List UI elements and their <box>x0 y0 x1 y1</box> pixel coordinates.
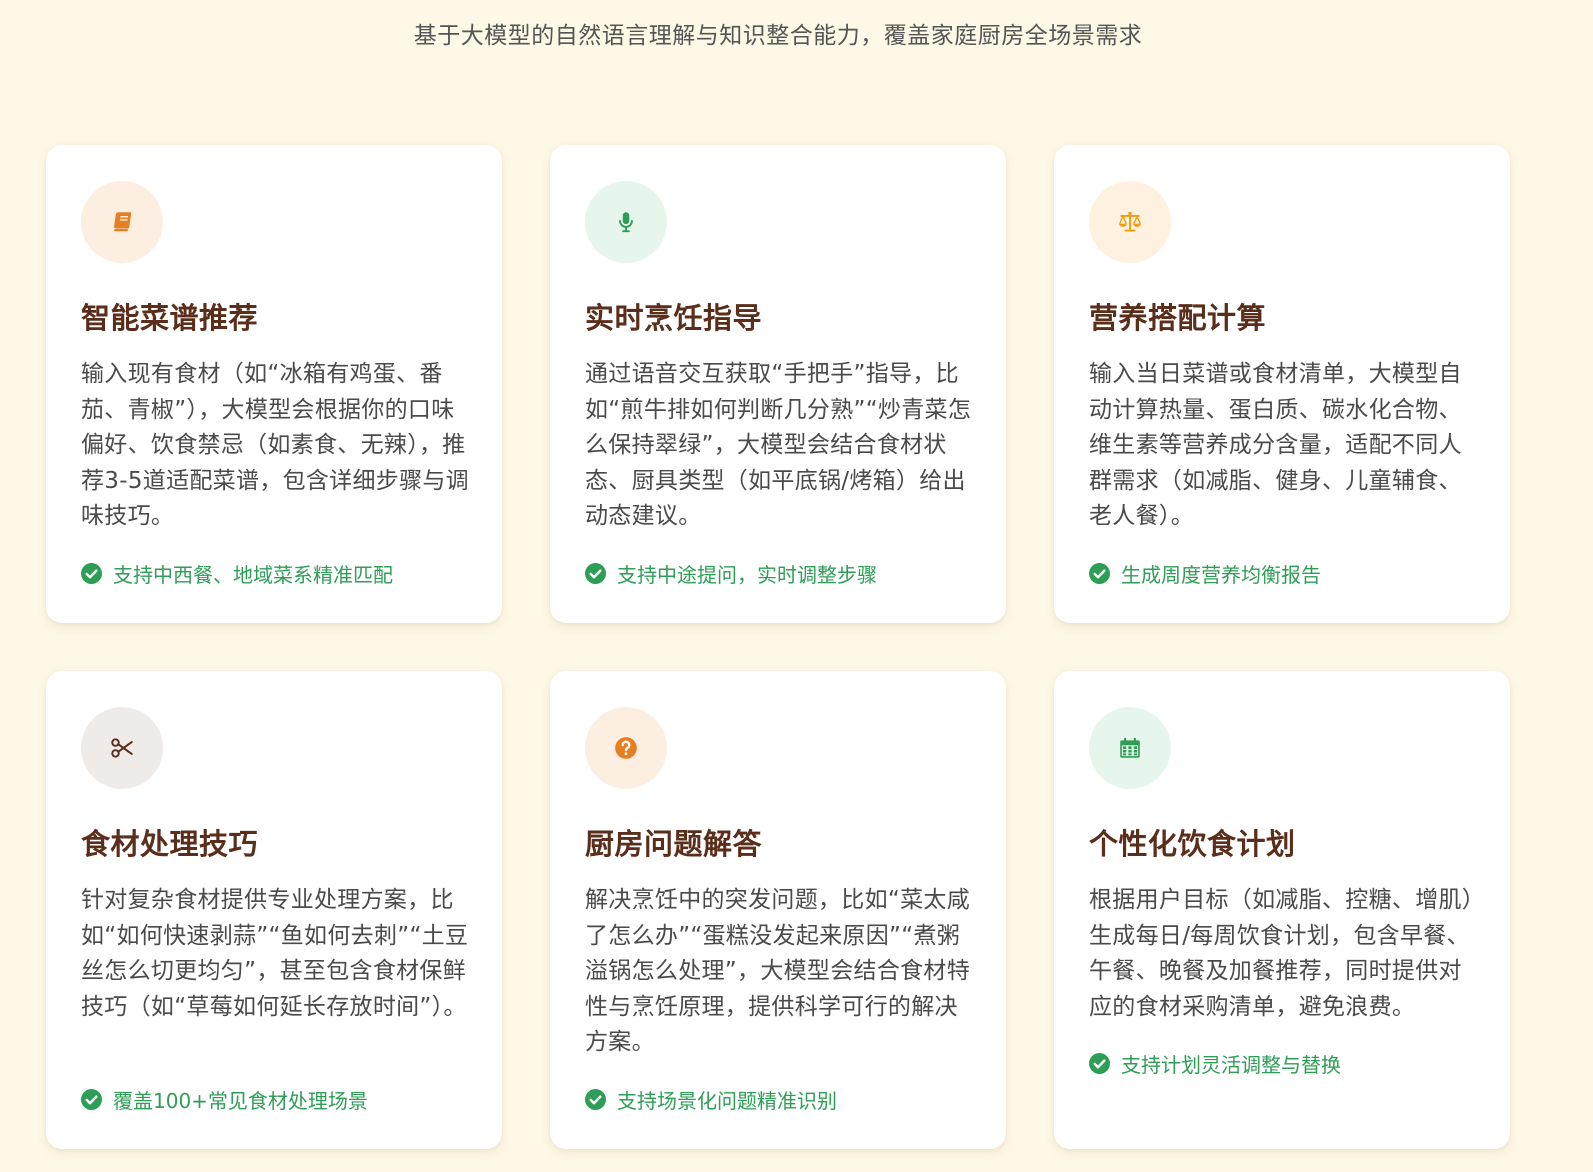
book-icon <box>81 181 163 263</box>
check-circle-icon <box>1089 563 1110 584</box>
card-feature-label: 生成周度营养均衡报告 <box>1121 563 1321 587</box>
card-title: 实时烹饪指导 <box>585 301 763 335</box>
card-description: 输入当日菜谱或食材清单，大模型自动计算热量、蛋白质、碳水化合物、维生素等营养成分… <box>1089 361 1462 529</box>
page-subtitle: 基于大模型的自然语言理解与知识整合能力，覆盖家庭厨房全场景需求 <box>413 23 1143 49</box>
card-title: 食材处理技巧 <box>81 827 259 861</box>
microphone-icon <box>585 181 667 263</box>
card-feature-label: 支持中西餐、地域菜系精准匹配 <box>113 563 393 587</box>
scissors-icon <box>81 707 163 789</box>
card-feature: 支持中途提问，实时调整步骤 <box>585 559 877 588</box>
card-diet-plan[interactable]: 个性化饮食计划 根据用户目标（如减脂、控糖、增肌）生成每日/每周饮食计划，包含早… <box>1054 671 1510 1149</box>
card-feature: 支持场景化问题精准识别 <box>585 1085 837 1114</box>
check-circle-icon <box>81 563 102 584</box>
card-feature: 生成周度营养均衡报告 <box>1089 559 1321 588</box>
card-title: 个性化饮食计划 <box>1089 827 1296 861</box>
card-feature: 支持计划灵活调整与替换 <box>1089 1049 1341 1078</box>
check-circle-icon <box>1089 1053 1110 1074</box>
card-feature: 支持中西餐、地域菜系精准匹配 <box>81 559 393 588</box>
balance-scale-icon <box>1089 181 1171 263</box>
card-kitchen-qa[interactable]: 厨房问题解答 解决烹饪中的突发问题，比如“菜太咸了怎么办”“蛋糕没发起来原因”“… <box>550 671 1006 1149</box>
card-description: 针对复杂食材提供专业处理方案，比如“如何快速剥蒜”“鱼如何去刺”“土豆丝怎么切更… <box>81 887 469 1020</box>
card-feature-label: 支持场景化问题精准识别 <box>617 1089 837 1113</box>
card-description: 根据用户目标（如减脂、控糖、增肌）生成每日/每周饮食计划，包含早餐、午餐、晚餐及… <box>1089 887 1474 1020</box>
card-feature-label: 支持中途提问，实时调整步骤 <box>617 563 877 587</box>
card-feature: 覆盖100+常见食材处理场景 <box>81 1085 368 1114</box>
calendar-icon <box>1089 707 1171 789</box>
card-description: 解决烹饪中的突发问题，比如“菜太咸了怎么办”“蛋糕没发起来原因”“煮粥溢锅怎么处… <box>585 887 971 1055</box>
card-ingredient-tips[interactable]: 食材处理技巧 针对复杂食材提供专业处理方案，比如“如何快速剥蒜”“鱼如何去刺”“… <box>46 671 502 1149</box>
card-feature-label: 覆盖100+常见食材处理场景 <box>113 1089 368 1113</box>
card-cooking-guide[interactable]: 实时烹饪指导 通过语音交互获取“手把手”指导，比如“煎牛排如何判断几分熟”“炒青… <box>550 145 1006 623</box>
card-title: 智能菜谱推荐 <box>81 301 259 335</box>
card-description: 通过语音交互获取“手把手”指导，比如“煎牛排如何判断几分熟”“炒青菜怎么保持翠绿… <box>585 361 972 529</box>
card-description: 输入现有食材（如“冰箱有鸡蛋、番茄、青椒”），大模型会根据你的口味偏好、饮食禁忌… <box>81 361 469 529</box>
check-circle-icon <box>585 563 606 584</box>
card-nutrition[interactable]: 营养搭配计算 输入当日菜谱或食材清单，大模型自动计算热量、蛋白质、碳水化合物、维… <box>1054 145 1510 623</box>
check-circle-icon <box>585 1089 606 1110</box>
card-title: 厨房问题解答 <box>585 827 763 861</box>
card-feature-label: 支持计划灵活调整与替换 <box>1121 1053 1341 1077</box>
question-circle-icon <box>585 707 667 789</box>
card-title: 营养搭配计算 <box>1089 301 1267 335</box>
card-smart-recipe[interactable]: 智能菜谱推荐 输入现有食材（如“冰箱有鸡蛋、番茄、青椒”），大模型会根据你的口味… <box>46 145 502 623</box>
check-circle-icon <box>81 1089 102 1110</box>
